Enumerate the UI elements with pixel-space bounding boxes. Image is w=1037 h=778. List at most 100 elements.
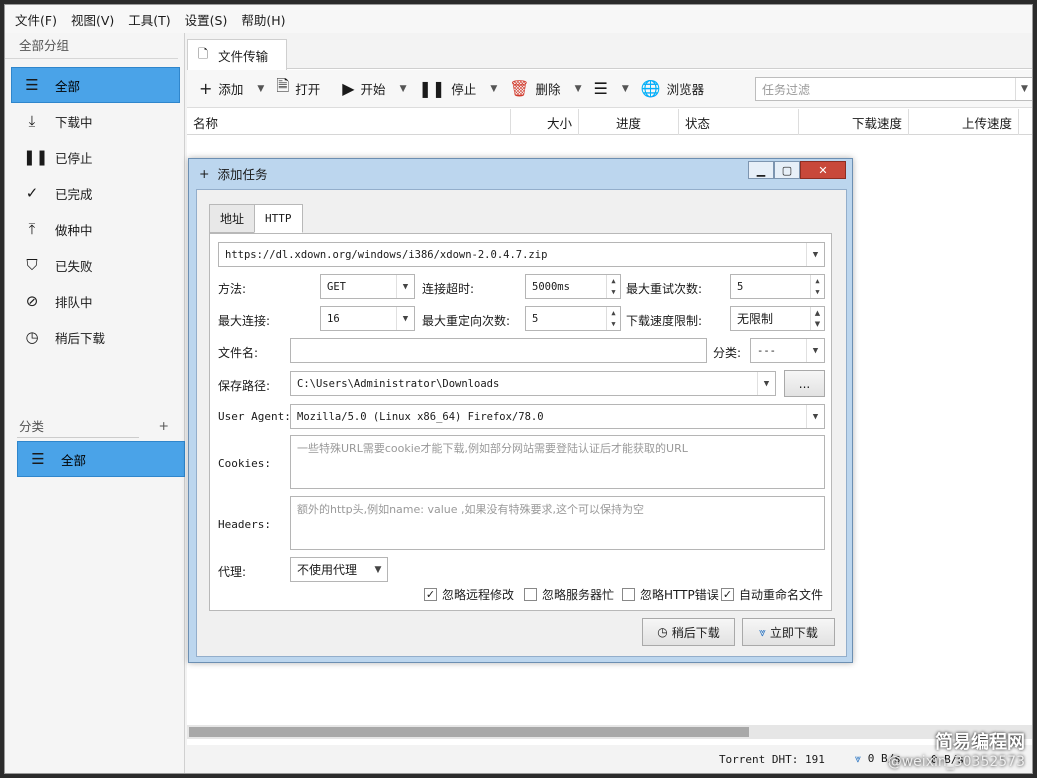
chevron-double-down-icon: ⩔ — [759, 624, 766, 639]
stop-button[interactable]: ❚❚ 停止 ▼ — [418, 79, 503, 98]
sidebar-item-later[interactable]: ◷ 稍后下载 — [5, 319, 184, 355]
list-menu-button[interactable]: ☰ ▼ — [593, 79, 634, 98]
chevron-down-icon[interactable]: ▼ — [757, 372, 775, 395]
open-button[interactable]: 🗎 打开 — [276, 75, 320, 102]
filename-input[interactable] — [290, 338, 707, 363]
sidebar-item-all[interactable]: ☰ 全部 — [11, 67, 180, 103]
sidebar-item-failed[interactable]: ⛉ 已失败 — [5, 247, 184, 283]
browse-button[interactable]: ... — [784, 370, 825, 397]
menu-tools[interactable]: 工具(T) — [128, 10, 170, 29]
sidebar-item-completed[interactable]: ✓ 已完成 — [5, 175, 184, 211]
retry-spinbox[interactable]: 5 ▲ ▼ — [730, 274, 825, 299]
open-file-icon: 🗎 — [276, 76, 290, 95]
dialog-body: 地址 HTTP https://dl.xdown.org/windows/i38… — [196, 189, 847, 657]
maximize-button[interactable]: ▢ — [774, 161, 800, 179]
spin-arrows[interactable]: ▲ ▼ — [810, 275, 824, 298]
ignore-remote-modify-checkbox[interactable]: ✓ 忽略远程修改 — [424, 586, 514, 603]
trash-icon: 🗑 — [509, 79, 530, 98]
sidebar-item-queued[interactable]: ⊘ 排队中 — [5, 283, 184, 319]
delete-button[interactable]: 🗑 删除 ▼ — [509, 79, 587, 98]
tab-address[interactable]: 地址 — [209, 204, 256, 233]
minimize-button[interactable]: ▁ — [748, 161, 774, 179]
menu-help[interactable]: 帮助(H) — [241, 10, 285, 29]
timeout-spinbox[interactable]: 5000ms ▲ ▼ — [525, 274, 621, 299]
ignore-server-busy-checkbox[interactable]: 忽略服务器忙 — [524, 586, 614, 603]
download-later-button[interactable]: ◷ 稍后下载 — [642, 618, 735, 646]
upload-icon: ⤒ — [28, 220, 36, 238]
checkbox-box[interactable] — [524, 588, 537, 601]
chevron-down-icon[interactable]: ▼ — [396, 275, 414, 298]
chevron-down-icon[interactable]: ▼ — [396, 307, 414, 330]
category-divider — [17, 437, 139, 438]
task-filter-input[interactable]: 任务过滤 ▼ — [755, 77, 1032, 101]
speed-limit-label: 下载速度限制: — [626, 314, 703, 328]
column-upload-speed[interactable]: 上传速度 — [909, 109, 1019, 135]
checkbox-box[interactable]: ✓ — [721, 588, 734, 601]
checkbox-box[interactable] — [622, 588, 635, 601]
max-connections-select[interactable]: 16 ▼ — [320, 306, 415, 331]
auto-rename-checkbox[interactable]: ✓ 自动重命名文件 — [721, 586, 823, 603]
ignore-http-error-checkbox[interactable]: 忽略HTTP错误 — [622, 586, 719, 603]
sidebar: 全部分组 ☰ 全部 ⤓ 下载中 ❚❚ 已停止 ✓ 已完成 ⤒ 做种中 ⛉ 已失败… — [5, 33, 185, 773]
proxy-select[interactable]: 不使用代理 ▼ — [290, 557, 388, 582]
menu-settings[interactable]: 设置(S) — [185, 10, 228, 29]
column-size[interactable]: 大小 — [511, 109, 579, 135]
speed-limit-spinbox[interactable]: 无限制 ▲ ▼ — [730, 306, 825, 331]
cookies-textarea[interactable]: 一些特殊URL需要cookie才能下载,例如部分网站需要登陆认证后才能获取的UR… — [290, 435, 825, 489]
save-path-input[interactable]: C:\Users\Administrator\Downloads ▼ — [290, 371, 776, 396]
close-button[interactable]: ✕ — [800, 161, 846, 179]
category-item-all[interactable]: ☰ 全部 — [17, 441, 185, 477]
add-button[interactable]: + 添加 ▼ — [199, 79, 270, 98]
headers-textarea[interactable]: 额外的http头,例如name: value ,如果没有特殊要求,这个可以保持为… — [290, 496, 825, 550]
sidebar-item-seeding[interactable]: ⤒ 做种中 — [5, 211, 184, 247]
dialog-titlebar[interactable]: + 添加任务 ▁ ▢ ✕ — [189, 159, 852, 187]
download-now-button[interactable]: ⩔ 立即下载 — [742, 618, 835, 646]
checkbox-box[interactable]: ✓ — [424, 588, 437, 601]
chevron-down-icon[interactable]: ▼ — [369, 558, 387, 581]
browser-button[interactable]: 🌐 浏览器 — [641, 79, 704, 98]
user-agent-input[interactable]: Mozilla/5.0 (Linux x86_64) Firefox/78.0 … — [290, 404, 825, 429]
start-button[interactable]: ▶ 开始 ▼ — [342, 79, 412, 98]
add-task-dialog: + 添加任务 ▁ ▢ ✕ 地址 HTTP https://dl.xdown.or… — [188, 158, 853, 663]
sidebar-item-downloading[interactable]: ⤓ 下载中 — [5, 103, 184, 139]
chevron-down-icon[interactable]: ▼ — [806, 405, 824, 428]
chevron-down-icon[interactable]: ▼ — [575, 84, 582, 94]
chevron-down-icon[interactable]: ▼ — [806, 243, 824, 266]
spin-arrows[interactable]: ▲ ▼ — [606, 307, 620, 330]
url-input[interactable]: https://dl.xdown.org/windows/i386/xdown-… — [218, 242, 825, 267]
chevron-down-icon[interactable]: ▼ — [622, 84, 629, 94]
http-panel: https://dl.xdown.org/windows/i386/xdown-… — [209, 233, 832, 611]
watermark-handle: @weixin_30352573 — [887, 754, 1025, 770]
column-progress[interactable]: 进度 — [579, 109, 679, 135]
tab-file-transfer[interactable]: 🗋 文件传输 — [187, 39, 287, 70]
max-redirect-spinbox[interactable]: 5 ▲ ▼ — [525, 306, 621, 331]
arrow-down-icon: ⩔ — [854, 752, 862, 765]
dialog-title: 添加任务 — [217, 166, 268, 182]
download-later-label: 稍后下载 — [671, 625, 720, 640]
chevron-down-icon[interactable]: ▼ — [806, 339, 824, 362]
method-select[interactable]: GET ▼ — [320, 274, 415, 299]
chevron-down-icon[interactable]: ▼ — [490, 84, 497, 94]
menu-icon: ☰ — [31, 450, 45, 468]
spin-arrows[interactable]: ▲ ▼ — [606, 275, 620, 298]
chevron-down-icon[interactable]: ▼ — [1015, 78, 1032, 100]
open-label: 打开 — [295, 82, 321, 97]
column-status[interactable]: 状态 — [679, 109, 799, 135]
chevron-down-icon[interactable]: ▼ — [257, 84, 264, 94]
tab-http[interactable]: HTTP — [254, 204, 303, 233]
menu-view[interactable]: 视图(V) — [71, 10, 114, 29]
tab-label: 文件传输 — [218, 48, 269, 64]
spin-arrows[interactable]: ▲ ▼ — [810, 307, 824, 330]
sidebar-item-label: 已停止 — [55, 150, 93, 166]
add-category-button[interactable]: + — [159, 418, 169, 433]
menu-file[interactable]: 文件(F) — [15, 10, 57, 29]
sidebar-item-label: 做种中 — [55, 222, 93, 238]
tab-strip: 🗋 文件传输 — [187, 33, 1032, 70]
chevron-down-icon[interactable]: ▼ — [400, 84, 407, 94]
column-name[interactable]: 名称 — [187, 109, 511, 135]
column-download-speed[interactable]: 下载速度 — [799, 109, 909, 135]
sidebar-item-stopped[interactable]: ❚❚ 已停止 — [5, 139, 184, 175]
scrollbar-thumb[interactable] — [189, 727, 749, 737]
max-connections-value: 16 — [327, 312, 340, 325]
category-select[interactable]: --- ▼ — [750, 338, 825, 363]
